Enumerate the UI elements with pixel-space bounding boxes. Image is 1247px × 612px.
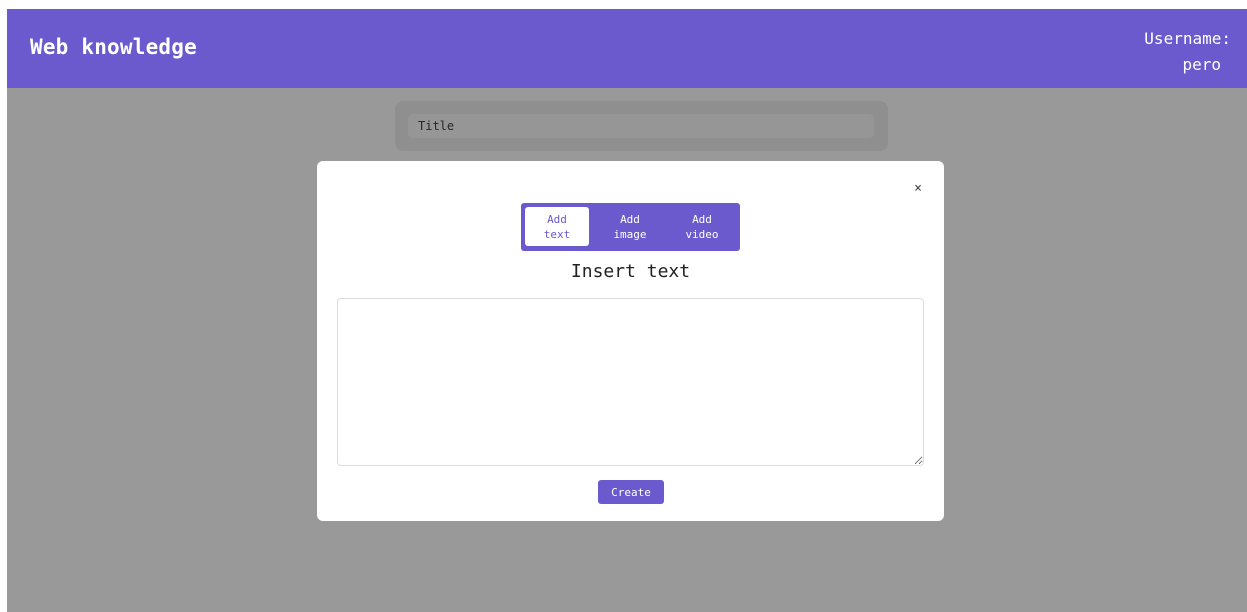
create-button[interactable]: Create: [598, 480, 664, 504]
username-value[interactable]: pero: [1144, 52, 1231, 78]
insert-modal: × Add text Add image Add video Insert te…: [317, 161, 944, 521]
modal-heading: Insert text: [570, 261, 691, 282]
text-content-field[interactable]: [337, 298, 924, 466]
close-icon[interactable]: ×: [914, 181, 922, 197]
tab-add-text[interactable]: Add text: [525, 207, 589, 246]
tab-label-line1: Add: [620, 213, 640, 226]
tab-add-video[interactable]: Add video: [670, 207, 734, 246]
tab-label-line2: video: [685, 228, 719, 241]
tab-label-line1: Add: [692, 213, 712, 226]
top-navbar: Web knowledge Username: pero: [7, 9, 1247, 88]
app-window: Web knowledge Username: pero × Add text …: [7, 9, 1247, 612]
tab-label-line1: Add: [547, 213, 567, 226]
username-label: Username:: [1144, 29, 1231, 48]
tab-add-image[interactable]: Add image: [598, 207, 662, 246]
tab-label-line2: text: [543, 228, 571, 241]
content-type-tabs: Add text Add image Add video: [521, 203, 740, 251]
brand-title[interactable]: Web knowledge: [30, 35, 197, 59]
tab-label-line2: image: [613, 228, 647, 241]
user-info: Username: pero: [1144, 26, 1231, 78]
